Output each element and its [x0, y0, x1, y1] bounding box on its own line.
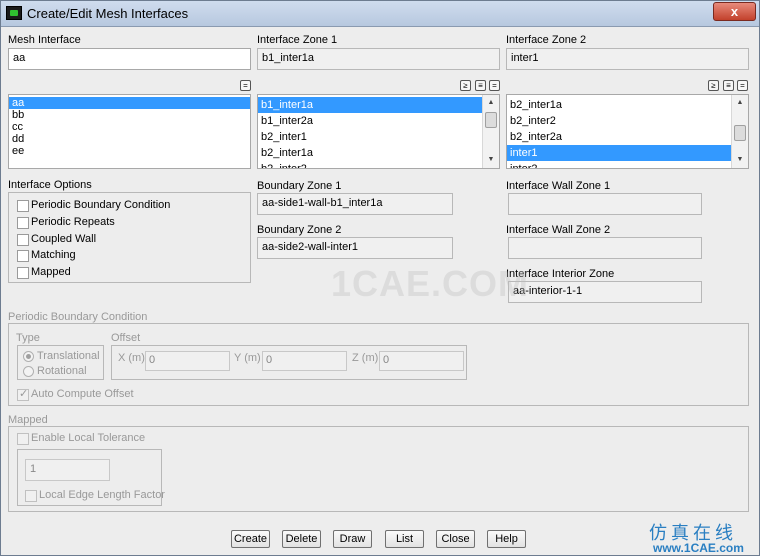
- interface-options-group: Periodic Boundary Condition Periodic Rep…: [8, 192, 251, 283]
- list-item[interactable]: b2_inter1: [258, 129, 499, 145]
- interface-zone-2-list[interactable]: b2_inter1a b2_inter2 b2_inter2a inter1 i…: [506, 94, 749, 169]
- interface-wall-zone-1-label: Interface Wall Zone 1: [506, 180, 611, 192]
- matching-label: Matching: [31, 249, 76, 261]
- list-item[interactable]: b2_inter1a: [258, 145, 499, 161]
- mapped-section-group: Enable Local Tolerance 1 Local Edge Leng…: [8, 426, 749, 512]
- scroll-thumb[interactable]: [485, 112, 497, 128]
- periodic-section-group: Type Translational Rotational Offset X (…: [8, 323, 749, 406]
- periodic-boundary-checkbox[interactable]: [17, 200, 29, 212]
- scroll-up-icon[interactable]: ▲: [483, 95, 499, 111]
- y-offset-input[interactable]: 0: [262, 351, 347, 371]
- draw-button[interactable]: Draw: [333, 530, 372, 548]
- vertical-scrollbar[interactable]: ▲ ▼: [731, 95, 748, 168]
- create-button[interactable]: Create: [231, 530, 270, 548]
- boundary-zone-2-label: Boundary Zone 2: [257, 224, 342, 236]
- mapped-section-label: Mapped: [8, 414, 48, 426]
- list-item[interactable]: bb: [9, 109, 250, 121]
- interface-wall-zone-2-field: [508, 237, 702, 259]
- tolerance-input[interactable]: 1: [25, 459, 110, 481]
- rotational-label: Rotational: [37, 365, 87, 377]
- close-button[interactable]: Close: [436, 530, 475, 548]
- list-item[interactable]: inter1: [507, 145, 748, 161]
- rotational-radio[interactable]: [23, 366, 34, 377]
- tolerance-group: 1 Local Edge Length Factor: [17, 449, 165, 506]
- scroll-thumb[interactable]: [734, 125, 746, 141]
- interface-zone-1-list[interactable]: b1_inter1a b1_inter2a b2_inter1 b2_inter…: [257, 94, 500, 169]
- mesh-interface-list[interactable]: aa bb cc dd ee: [8, 94, 251, 169]
- local-edge-length-factor-label: Local Edge Length Factor: [39, 489, 165, 501]
- type-group: Translational Rotational: [17, 345, 104, 380]
- offset-group: X (m) 0 Y (m) 0 Z (m) 0: [111, 345, 467, 380]
- interface-wall-zone-1-field: [508, 193, 702, 215]
- list-item[interactable]: inter2: [507, 161, 748, 168]
- periodic-section-label: Periodic Boundary Condition: [8, 311, 148, 323]
- deselect-all-icon[interactable]: =: [737, 80, 748, 91]
- type-label: Type: [16, 332, 40, 344]
- list-item[interactable]: cc: [9, 121, 250, 133]
- list-item[interactable]: dd: [9, 133, 250, 145]
- periodic-repeats-label: Periodic Repeats: [31, 216, 115, 228]
- window-title: Create/Edit Mesh Interfaces: [27, 6, 189, 21]
- list-item[interactable]: b2_inter1a: [507, 97, 748, 113]
- auto-compute-offset-checkbox[interactable]: [17, 387, 29, 401]
- filter-icon[interactable]: ≥: [460, 80, 471, 91]
- offset-label: Offset: [111, 332, 141, 344]
- translational-radio[interactable]: [23, 351, 34, 362]
- brand-url: www.1CAE.com: [653, 541, 744, 555]
- mesh-interface-label: Mesh Interface: [8, 34, 81, 46]
- mapped-checkbox[interactable]: [17, 267, 29, 279]
- periodic-repeats-checkbox[interactable]: [17, 217, 29, 229]
- select-all-icon[interactable]: ≡: [723, 80, 734, 91]
- deselect-all-icon[interactable]: =: [489, 80, 500, 91]
- boundary-zone-1-field: aa-side1-wall-b1_inter1a: [257, 193, 453, 215]
- app-icon: [6, 6, 22, 20]
- local-edge-length-factor-checkbox[interactable]: [25, 490, 37, 502]
- title-bar: Create/Edit Mesh Interfaces x: [1, 1, 759, 27]
- auto-compute-offset-label: Auto Compute Offset: [31, 388, 134, 400]
- interface-zone-2-field: inter1: [506, 48, 749, 70]
- select-all-icon[interactable]: ≡: [475, 80, 486, 91]
- list-item[interactable]: b1_inter2a: [258, 113, 499, 129]
- dialog-window: Create/Edit Mesh Interfaces x Mesh Inter…: [0, 0, 760, 556]
- list-item[interactable]: aa: [9, 97, 250, 109]
- interface-wall-zone-2-label: Interface Wall Zone 2: [506, 224, 611, 236]
- watermark-text: 1CAE.COM: [331, 263, 530, 304]
- window-close-button[interactable]: x: [713, 2, 756, 21]
- periodic-boundary-label: Periodic Boundary Condition: [31, 199, 171, 211]
- coupled-wall-checkbox[interactable]: [17, 234, 29, 246]
- list-button[interactable]: List: [385, 530, 424, 548]
- enable-local-tolerance-label: Enable Local Tolerance: [31, 432, 146, 444]
- list-item[interactable]: ee: [9, 145, 250, 157]
- list-item[interactable]: b2_inter2: [258, 161, 499, 168]
- interface-options-label: Interface Options: [8, 179, 92, 191]
- x-offset-input[interactable]: 0: [145, 351, 230, 371]
- matching-checkbox[interactable]: [17, 250, 29, 262]
- scroll-down-icon[interactable]: ▼: [483, 152, 499, 168]
- interface-zone-2-label: Interface Zone 2: [506, 34, 587, 46]
- mesh-interface-input[interactable]: aa: [8, 48, 251, 70]
- mapped-label: Mapped: [31, 266, 71, 278]
- interface-zone-1-label: Interface Zone 1: [257, 34, 338, 46]
- boundary-zone-1-label: Boundary Zone 1: [257, 180, 342, 192]
- translational-label: Translational: [37, 350, 100, 362]
- z-offset-input[interactable]: 0: [379, 351, 464, 371]
- scroll-up-icon[interactable]: ▲: [732, 95, 748, 111]
- vertical-scrollbar[interactable]: ▲ ▼: [482, 95, 499, 168]
- filter-icon[interactable]: ≥: [708, 80, 719, 91]
- list-item[interactable]: b2_inter2a: [507, 129, 748, 145]
- interface-interior-zone-field: aa-interior-1-1: [508, 281, 702, 303]
- x-offset-label: X (m): [118, 352, 145, 364]
- interface-zone-1-field: b1_inter1a: [257, 48, 500, 70]
- enable-local-tolerance-checkbox[interactable]: [17, 433, 29, 445]
- deselect-all-icon[interactable]: =: [240, 80, 251, 91]
- delete-button[interactable]: Delete: [282, 530, 321, 548]
- z-offset-label: Z (m): [352, 352, 379, 364]
- coupled-wall-label: Coupled Wall: [31, 233, 97, 245]
- help-button[interactable]: Help: [487, 530, 526, 548]
- list-item[interactable]: b1_inter1a: [258, 97, 499, 113]
- list-item[interactable]: b2_inter2: [507, 113, 748, 129]
- scroll-down-icon[interactable]: ▼: [732, 152, 748, 168]
- boundary-zone-2-field: aa-side2-wall-inter1: [257, 237, 453, 259]
- y-offset-label: Y (m): [234, 352, 261, 364]
